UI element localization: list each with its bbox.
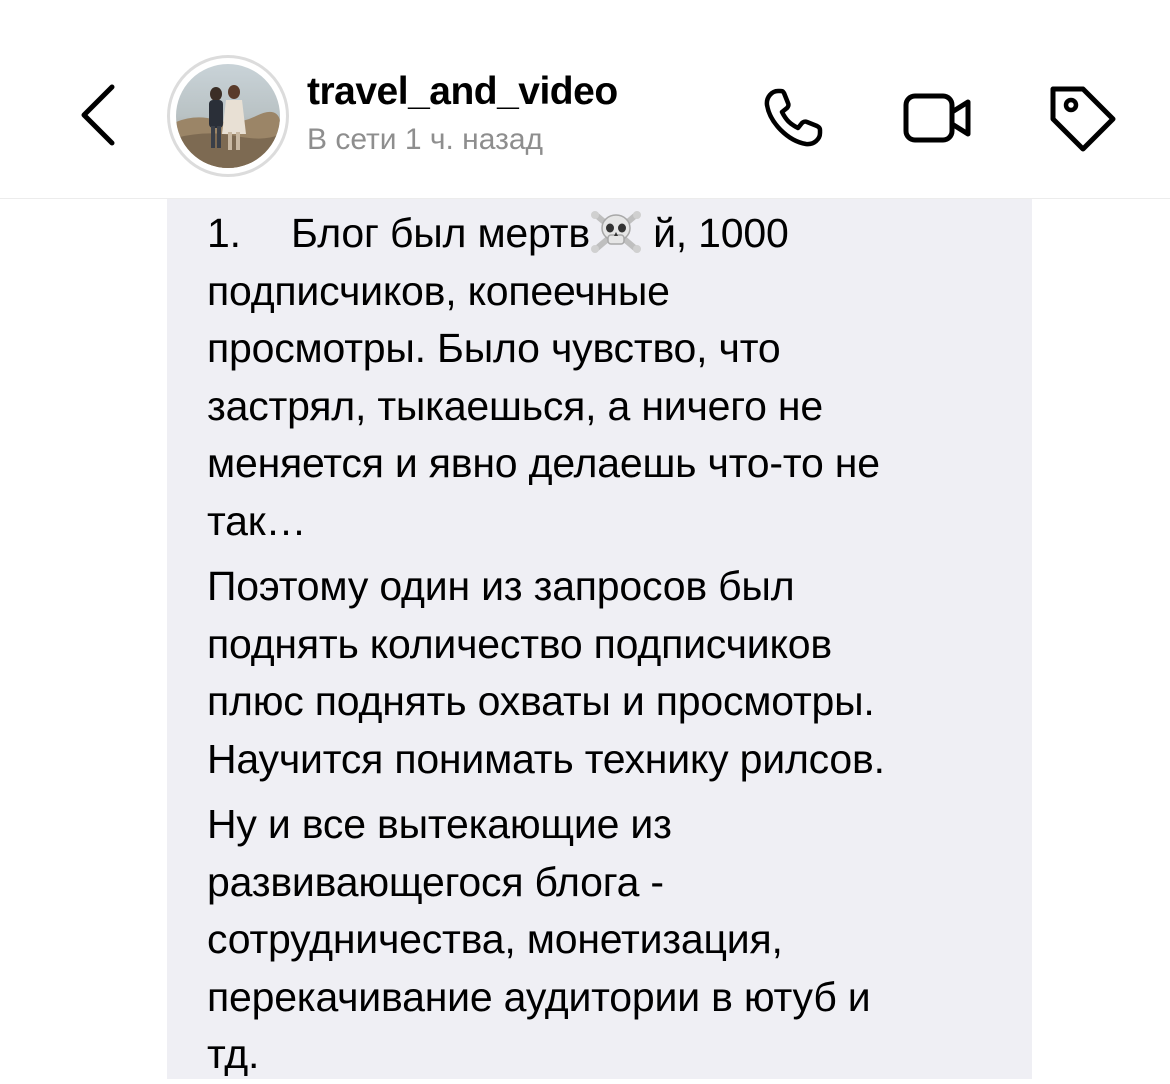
message-line: поднять количество подписчиков	[207, 620, 832, 667]
tag-icon	[1050, 86, 1116, 152]
avatar-photo	[176, 64, 280, 168]
message-line: так…	[207, 497, 307, 544]
list-number: 1.	[207, 210, 241, 256]
skull-crossbones-icon	[590, 209, 642, 253]
message-line: 1. Блог был мертв й, 1000	[207, 205, 1012, 263]
back-button[interactable]	[70, 80, 126, 150]
avatar[interactable]	[167, 55, 289, 177]
video-call-button[interactable]	[900, 80, 976, 156]
message-line: развивающегося блога -	[207, 858, 664, 905]
message-line: Научится понимать технику рилсов.	[207, 735, 885, 782]
message-line: Ну и все вытекающие из	[207, 801, 672, 847]
message-line: просмотры. Было чувство, что	[207, 325, 781, 371]
message-line: плюс поднять охваты и просмотры.	[207, 678, 875, 724]
audio-call-button[interactable]	[755, 80, 831, 156]
message-line: меняется и явно делаешь что-то не	[207, 440, 880, 486]
chat-title[interactable]: travel_and_video В сети 1 ч. назад	[307, 68, 618, 160]
chevron-left-icon	[81, 84, 115, 146]
message-line: перекачивание аудитории в ютуб и	[207, 973, 871, 1020]
phone-icon	[764, 88, 823, 147]
message-bubble[interactable]: 1. Блог был мертв й, 1000 подписчиков, ко…	[167, 199, 1032, 1079]
message-line: Поэтому один из запросов был	[207, 563, 795, 609]
chat-header: travel_and_video В сети 1 ч. назад	[0, 0, 1170, 199]
message-line: застрял, тыкаешься, а ничего не	[207, 382, 823, 429]
message-line: сотрудничества, монетизация,	[207, 916, 783, 962]
username: travel_and_video	[307, 70, 618, 113]
message-text: Блог был мертв	[291, 210, 590, 256]
message-line: подписчиков, копеечные	[207, 267, 670, 314]
message-text: й, 1000	[641, 210, 789, 256]
online-status: В сети 1 ч. назад	[307, 123, 544, 156]
tag-button[interactable]	[1044, 80, 1120, 156]
video-camera-icon	[903, 93, 971, 143]
